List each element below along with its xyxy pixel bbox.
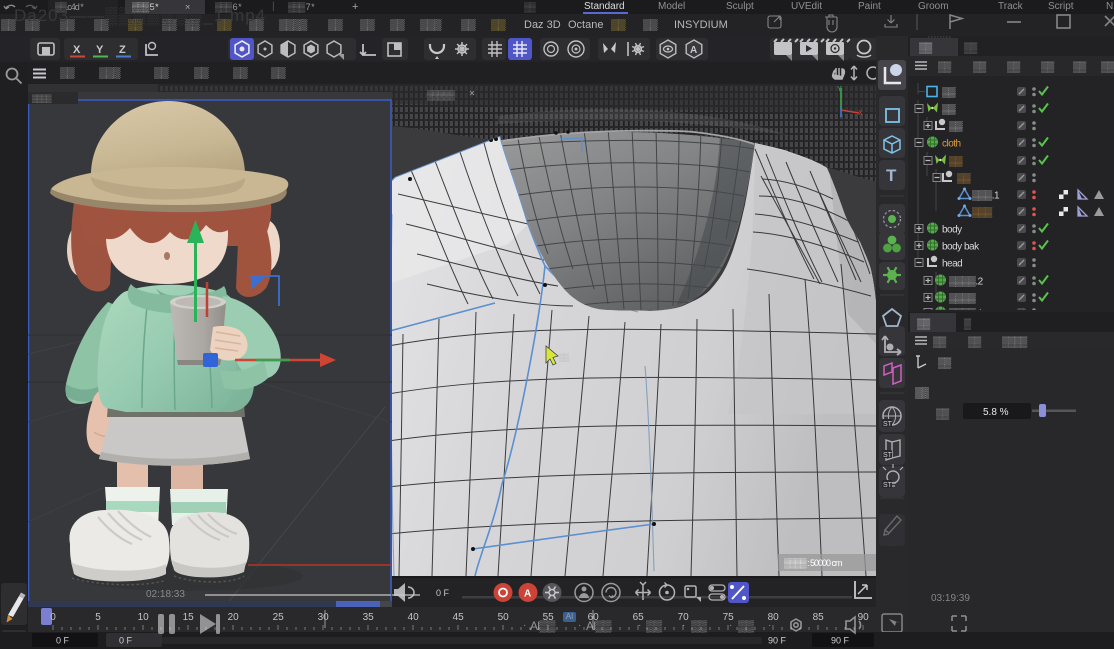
svg-text:0 F: 0 F bbox=[436, 588, 450, 598]
svg-text:body: body bbox=[942, 225, 962, 236]
svg-text:45: 45 bbox=[453, 612, 465, 623]
svg-text:▒▒▒▒: ▒▒▒▒ bbox=[32, 94, 52, 103]
svg-text:▒▒▒▒.2: ▒▒▒▒.2 bbox=[949, 276, 984, 288]
svg-text:▒▒: ▒▒ bbox=[1007, 61, 1021, 73]
svg-text:ST: ST bbox=[883, 452, 893, 459]
svg-text:Y: Y bbox=[96, 44, 104, 56]
svg-text:5: 5 bbox=[95, 612, 101, 623]
svg-text:▒▒▒▒ : 50000 cm: ▒▒▒▒ : 50000 cm bbox=[784, 558, 842, 569]
svg-text:▒▒: ▒▒ bbox=[917, 318, 931, 330]
svg-text:▒▒: ▒▒ bbox=[957, 173, 972, 185]
svg-text:▒▒▒▒▒: ▒▒▒▒▒ bbox=[427, 90, 456, 101]
svg-text:▒▒: ▒▒ bbox=[949, 156, 964, 168]
svg-text:cloth: cloth bbox=[942, 139, 961, 150]
svg-text:50: 50 bbox=[498, 612, 510, 623]
svg-text:▒▒: ▒▒ bbox=[942, 87, 957, 99]
svg-text:03:19:39: 03:19:39 bbox=[931, 593, 970, 604]
svg-text:▒▒▒: ▒▒▒ bbox=[972, 207, 993, 219]
svg-text:X: X bbox=[73, 44, 81, 56]
svg-text:T: T bbox=[886, 166, 897, 185]
svg-text:0: 0 bbox=[50, 612, 56, 623]
svg-text:90 F: 90 F bbox=[831, 636, 850, 646]
svg-text:▒▒: ▒▒ bbox=[915, 387, 929, 399]
svg-text:ST: ST bbox=[883, 421, 893, 428]
svg-text:▒▒: ▒▒ bbox=[964, 42, 978, 54]
svg-text:35: 35 bbox=[363, 612, 375, 623]
svg-text:head: head bbox=[942, 259, 962, 270]
svg-text:▒▒: ▒▒ bbox=[1101, 61, 1114, 73]
svg-text:X: X bbox=[858, 110, 863, 117]
svg-text:Z: Z bbox=[119, 44, 126, 56]
svg-text:▒▒: ▒▒ bbox=[919, 42, 933, 54]
svg-text:ST: ST bbox=[883, 482, 893, 489]
svg-text:5.8 %: 5.8 % bbox=[983, 407, 1009, 418]
svg-text:▒▒: ▒▒ bbox=[938, 61, 952, 73]
svg-text:A: A bbox=[690, 45, 697, 56]
svg-text:30: 30 bbox=[318, 612, 330, 623]
svg-text:A: A bbox=[524, 589, 531, 600]
svg-text:body bak: body bak bbox=[942, 242, 980, 253]
svg-text:▒▒▒.1: ▒▒▒.1 bbox=[972, 190, 1000, 202]
svg-text:▒▒: ▒▒ bbox=[938, 357, 952, 369]
svg-text:0 F: 0 F bbox=[56, 636, 70, 646]
svg-text:▒▒: ▒▒ bbox=[559, 353, 570, 362]
svg-text:▒▒: ▒▒ bbox=[933, 336, 947, 348]
svg-text:▒▒: ▒▒ bbox=[1041, 61, 1055, 73]
svg-text:Y: Y bbox=[837, 86, 842, 93]
svg-text:10: 10 bbox=[138, 612, 150, 623]
svg-text:▒▒: ▒▒ bbox=[942, 104, 957, 116]
svg-text:0 F: 0 F bbox=[119, 636, 133, 646]
svg-text:▒▒: ▒▒ bbox=[936, 408, 950, 420]
svg-text:25: 25 bbox=[273, 612, 285, 623]
svg-text:02:18:33: 02:18:33 bbox=[146, 589, 185, 600]
svg-text:▒▒▒▒: ▒▒▒▒ bbox=[949, 293, 977, 305]
svg-text:▒▒: ▒▒ bbox=[973, 61, 987, 73]
svg-text:▒▒: ▒▒ bbox=[1073, 61, 1087, 73]
svg-text:▒▒▒▒: ▒▒▒▒ bbox=[1002, 336, 1028, 348]
svg-text:40: 40 bbox=[408, 612, 420, 623]
svg-text:▒▒: ▒▒ bbox=[949, 121, 964, 133]
svg-text:90 F: 90 F bbox=[768, 636, 787, 646]
svg-text:▒▒: ▒▒ bbox=[968, 336, 982, 348]
